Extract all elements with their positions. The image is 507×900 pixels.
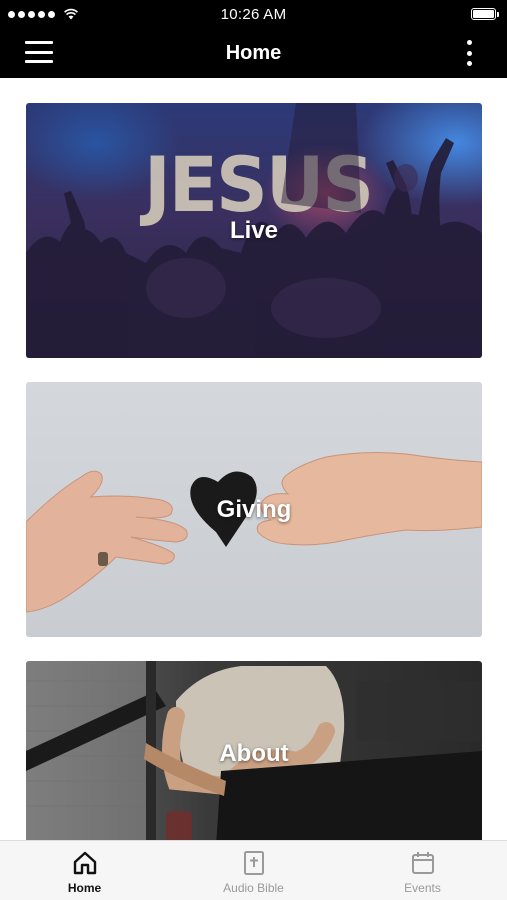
tab-audio-bible[interactable]: Audio Bible <box>169 841 338 900</box>
giving-card[interactable]: Giving <box>26 382 482 637</box>
bible-icon <box>243 851 264 875</box>
status-time: 10:26 AM <box>220 5 287 23</box>
tab-label-home: Home <box>67 881 102 895</box>
card-title-giving: Giving <box>216 495 292 523</box>
live-card[interactable]: JESUS Live <box>26 103 482 358</box>
top-navigation-bar: Home <box>0 28 507 78</box>
status-bar: 10:26 AM <box>0 0 507 28</box>
card-title-live: Live <box>229 216 279 244</box>
about-card[interactable]: About <box>26 661 482 840</box>
tab-label-audio-bible: Audio Bible <box>223 881 284 895</box>
menu-icon[interactable] <box>25 41 53 63</box>
home-content: JESUS Live Giving About <box>0 78 507 840</box>
tab-events[interactable]: Events <box>338 841 507 900</box>
calendar-icon <box>411 852 434 874</box>
home-icon <box>73 851 96 875</box>
bottom-tab-bar: Home Audio Bible Events <box>0 840 507 900</box>
tab-label-events: Events <box>404 881 441 895</box>
more-options-icon[interactable] <box>465 40 473 66</box>
page-title: Home <box>225 41 282 64</box>
card-title-about: About <box>219 739 289 767</box>
tab-home[interactable]: Home <box>0 841 169 900</box>
